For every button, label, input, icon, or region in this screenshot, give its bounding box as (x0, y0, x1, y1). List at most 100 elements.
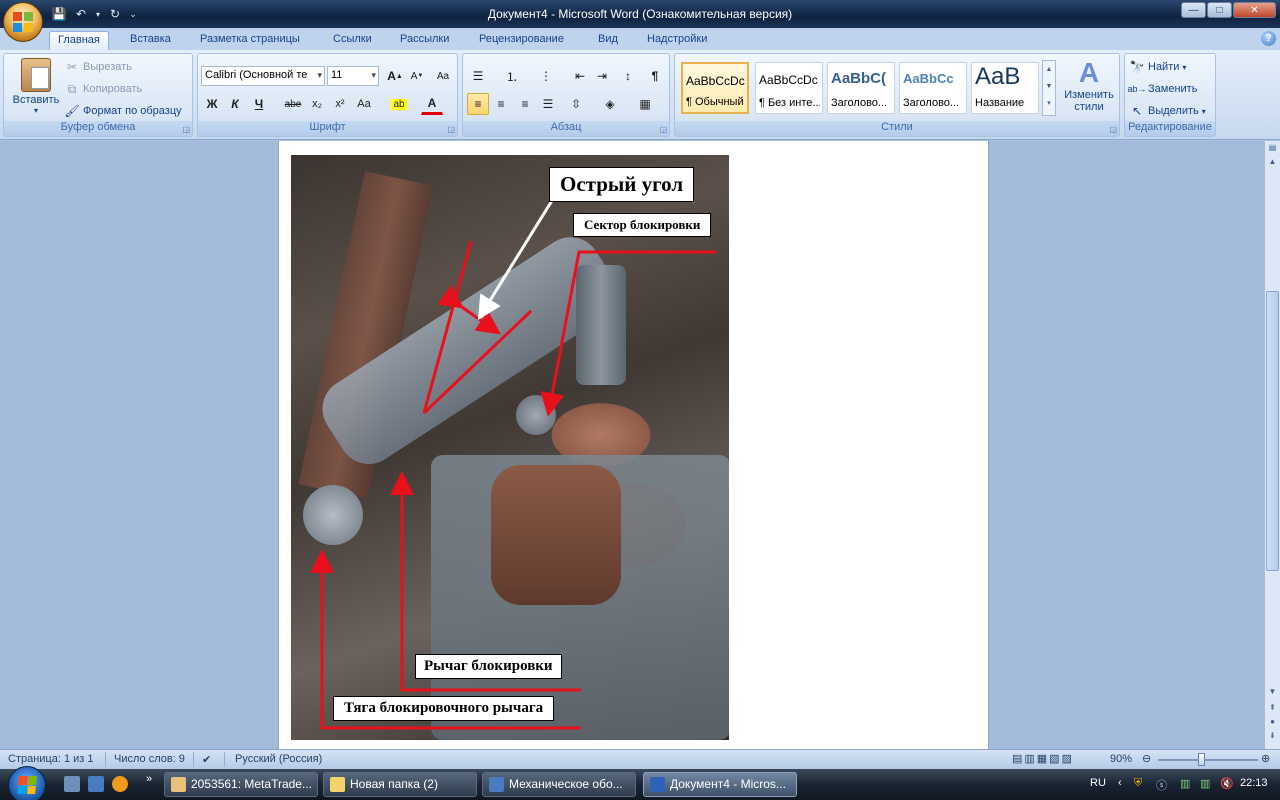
change-styles-button[interactable]: A Изменить стили (1059, 58, 1119, 114)
dialog-launcher-icon[interactable]: ◲ (182, 125, 190, 134)
dialog-launcher-icon[interactable]: ◲ (1109, 125, 1117, 134)
network-icon[interactable]: ▥ (1180, 777, 1190, 790)
style-heading-2[interactable]: AaBbCc Заголово... (899, 62, 967, 114)
style-normal[interactable]: AaBbCcDc ¶ Обычный (681, 62, 749, 114)
taskbar-item-document[interactable]: Механическое обо... (482, 772, 636, 797)
vertical-scrollbar[interactable]: ▤ ▲ ▼ ⇞ ● ⇟ (1264, 141, 1280, 749)
change-case-button[interactable]: Aa (353, 93, 375, 115)
strikethrough-button[interactable]: abe (282, 93, 304, 115)
proofing-icon[interactable]: ✔ (202, 753, 211, 766)
paragraph-group: ☰ ⒈ ⋮ ⇤ ⇥ ↕ ¶ ≡ ≡ ≡ ☰ ⇳ ◈ ▦ Абзац ◲ (462, 53, 670, 137)
taskbar-item-metatrader[interactable]: 2053561: MetaTrade... (164, 772, 318, 797)
page-count[interactable]: Страница: 1 из 1 (8, 753, 94, 765)
tray-expand-icon[interactable]: ‹ (1118, 777, 1122, 789)
style-no-spacing[interactable]: AaBbCcDc ¶ Без инте... (755, 62, 823, 114)
tab-insert[interactable]: Вставка (122, 31, 179, 50)
zoom-level[interactable]: 90% (1110, 753, 1132, 765)
copy-button[interactable]: ⧉ Копировать (64, 81, 143, 97)
font-size-select[interactable]: 11 (327, 66, 379, 86)
increase-indent-icon[interactable]: ⇥ (591, 65, 613, 87)
format-painter-button[interactable]: 🖌 Формат по образцу (64, 103, 181, 119)
taskbar-item-folder[interactable]: Новая папка (2) (323, 772, 477, 797)
superscript-button[interactable]: x² (329, 93, 351, 115)
quick-launch-more[interactable]: » (146, 773, 152, 785)
editing-group-label: Редактирование (1125, 121, 1215, 136)
taskbar-item-word[interactable]: Документ4 - Micros... (643, 772, 797, 797)
volume-icon[interactable]: 🔇 (1220, 777, 1234, 790)
next-page-icon[interactable]: ⇟ (1265, 731, 1280, 744)
office-button[interactable] (3, 2, 43, 42)
dialog-launcher-icon[interactable]: ◲ (659, 125, 667, 134)
scissors-icon: ✂ (66, 60, 78, 74)
align-right-icon[interactable]: ≡ (514, 93, 536, 115)
subscript-button[interactable]: x₂ (306, 93, 328, 115)
select-button[interactable]: ↖ Выделить ▾ (1129, 103, 1206, 119)
inserted-photo[interactable]: Острый угол Сектор блокировки Рычаг блок… (291, 155, 729, 740)
dialog-launcher-icon[interactable]: ◲ (447, 125, 455, 134)
paste-button[interactable]: Вставить ▾ (8, 58, 64, 115)
previous-page-icon[interactable]: ⇞ (1265, 703, 1280, 716)
grow-font-button[interactable]: A ▲ (384, 65, 406, 87)
numbering-icon[interactable]: ⒈ (501, 65, 523, 87)
zoom-slider-thumb[interactable] (1198, 753, 1205, 766)
zoom-slider[interactable] (1158, 759, 1258, 761)
show-desktop-icon[interactable] (64, 776, 80, 792)
style-heading-1[interactable]: AaBbC( Заголово... (827, 62, 895, 114)
multilevel-list-icon[interactable]: ⋮ (535, 65, 557, 87)
language-status[interactable]: Русский (Россия) (235, 753, 322, 765)
cut-button[interactable]: ✂ Вырезать (64, 59, 132, 75)
shading-icon[interactable]: ◈ (599, 93, 621, 115)
tab-review[interactable]: Рецензирование (471, 31, 572, 50)
find-button[interactable]: 🔭 Найти ▾ (1129, 59, 1187, 75)
clear-format-button[interactable]: Aa (432, 65, 454, 87)
style-title[interactable]: AaB Название (971, 62, 1039, 114)
replace-button[interactable]: ab→ Заменить (1128, 81, 1198, 97)
line-spacing-icon[interactable]: ⇳ (565, 93, 587, 115)
ruler-toggle-icon[interactable]: ▤ (1265, 143, 1280, 156)
minimize-button[interactable]: — (1181, 2, 1206, 18)
font-color-icon[interactable]: A (421, 93, 443, 115)
scroll-down-icon[interactable]: ▼ (1265, 687, 1280, 700)
justify-icon[interactable]: ☰ (537, 93, 559, 115)
word-count[interactable]: Число слов: 9 (114, 753, 185, 765)
switch-windows-icon[interactable] (88, 776, 104, 792)
zoom-in-icon[interactable]: ⊕ (1261, 752, 1270, 765)
security-shield-icon[interactable]: ⛨ (1134, 777, 1142, 790)
show-marks-button[interactable]: ¶ (644, 65, 666, 87)
zoom-out-icon[interactable]: ⊖ (1142, 752, 1151, 765)
italic-button[interactable]: К (224, 93, 246, 115)
underline-button[interactable]: Ч (248, 93, 270, 115)
view-buttons-icon[interactable]: ▤▥▦▧▨ (1012, 752, 1074, 765)
help-icon[interactable]: ? (1261, 31, 1276, 46)
bullets-icon[interactable]: ☰ (467, 65, 489, 87)
shrink-font-button[interactable]: A ▼ (406, 65, 428, 87)
bold-button[interactable]: Ж (201, 93, 223, 115)
network-icon[interactable]: ▥ (1200, 777, 1210, 790)
maximize-button[interactable]: □ (1207, 2, 1232, 18)
close-button[interactable]: ✕ (1233, 2, 1276, 18)
language-indicator[interactable]: RU (1090, 777, 1106, 789)
highlight-icon[interactable]: ab (388, 93, 410, 115)
scroll-up-icon[interactable]: ▲ (1265, 157, 1280, 170)
decrease-indent-icon[interactable]: ⇤ (569, 65, 591, 87)
paste-icon (21, 58, 51, 92)
media-player-icon[interactable] (112, 776, 128, 792)
font-family-select[interactable]: Calibri (Основной те (201, 66, 325, 86)
tab-page-layout[interactable]: Разметка страницы (192, 31, 308, 50)
scroll-thumb[interactable] (1266, 291, 1279, 571)
styles-scroll[interactable]: ▲ ▼ ▾ (1042, 60, 1056, 116)
align-left-icon[interactable]: ≡ (467, 93, 489, 115)
sort-icon[interactable]: ↕ (617, 65, 639, 87)
document-page[interactable]: Острый угол Сектор блокировки Рычаг блок… (278, 141, 989, 749)
tab-addins[interactable]: Надстройки (639, 31, 715, 50)
browse-object-icon[interactable]: ● (1265, 717, 1280, 730)
skype-icon[interactable]: ⓢ (1156, 777, 1167, 793)
align-center-icon[interactable]: ≡ (490, 93, 512, 115)
tab-view[interactable]: Вид (590, 31, 626, 50)
tab-home[interactable]: Главная (49, 31, 109, 50)
tab-references[interactable]: Ссылки (325, 31, 380, 50)
borders-icon[interactable]: ▦ (634, 93, 656, 115)
tab-mailings[interactable]: Рассылки (392, 31, 457, 50)
clock[interactable]: 22:13 (1240, 777, 1268, 789)
start-button[interactable] (8, 766, 46, 800)
